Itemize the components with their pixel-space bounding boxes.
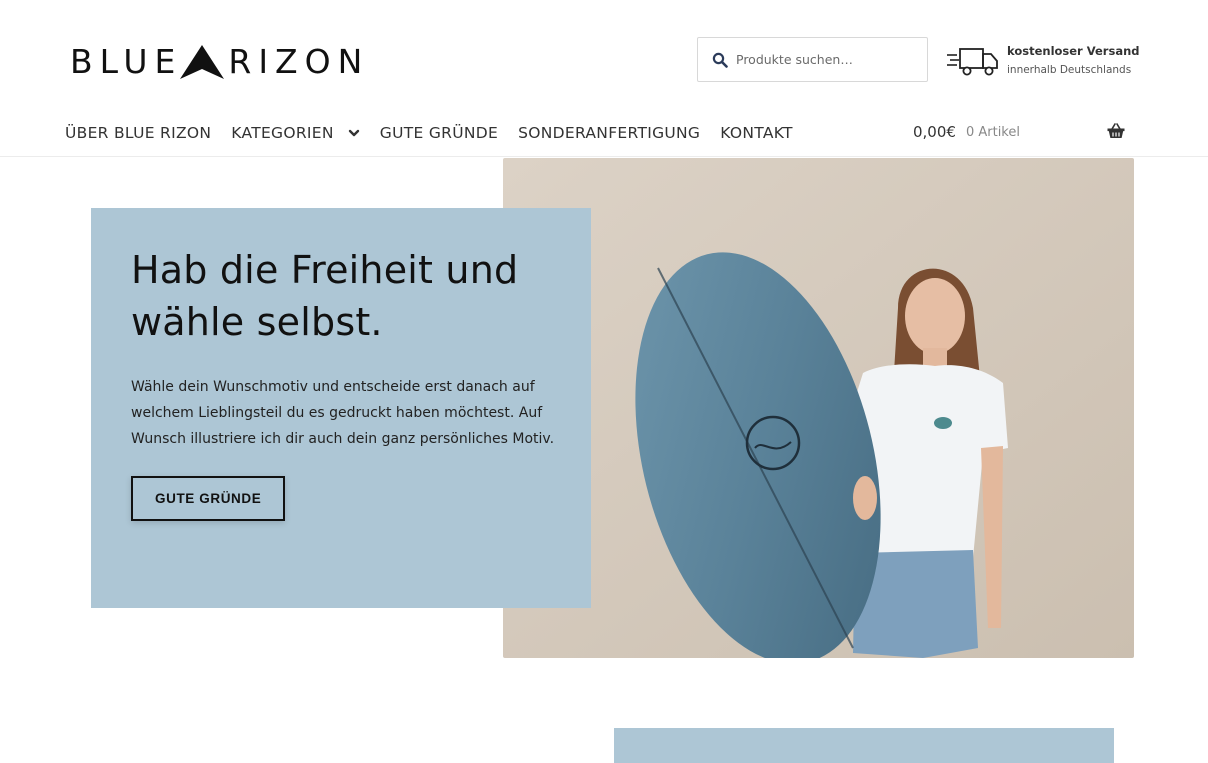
- nav-item-label: ÜBER BLUE RIZON: [65, 124, 212, 142]
- hero-image: [503, 158, 1134, 658]
- cart-summary[interactable]: 0,00€ 0 Artikel: [913, 118, 1125, 146]
- search-input[interactable]: [736, 52, 916, 67]
- nav-item-label: SONDERANFERTIGUNG: [518, 124, 701, 142]
- nav-item-kontakt[interactable]: KONTAKT: [720, 124, 793, 142]
- mountain-peak-icon: [180, 45, 225, 79]
- search-box[interactable]: [697, 37, 928, 82]
- brand-name-left: BLUE: [70, 42, 183, 81]
- nav-item-sonderanfertigung[interactable]: SONDERANFERTIGUNG: [518, 124, 700, 142]
- chevron-down-icon[interactable]: [348, 127, 360, 139]
- gute-gruende-button[interactable]: GUTE GRÜNDE: [131, 476, 286, 521]
- hero-panel: Hab die Freiheit und wähle selbst. Wähle…: [91, 208, 591, 608]
- nav-item-kategorien[interactable]: KATEGORIEN: [231, 124, 360, 142]
- shipping-title: kostenloser Versand: [1007, 44, 1140, 58]
- shipping-subtitle: innerhalb Deutschlands: [1007, 64, 1132, 76]
- search-icon[interactable]: [712, 52, 728, 68]
- next-section-panel: [614, 728, 1114, 763]
- nav-item-gute-gruende[interactable]: GUTE GRÜNDE: [380, 124, 498, 142]
- shipping-info: kostenloser Versand innerhalb Deutschlan…: [947, 42, 1140, 80]
- nav-item-ueber[interactable]: ÜBER BLUE RIZON: [65, 124, 211, 142]
- nav-item-label: GUTE GRÜNDE: [379, 124, 499, 142]
- hero-title: Hab die Freiheit und wähle selbst.: [131, 248, 519, 344]
- nav-item-label: KONTAKT: [720, 124, 793, 142]
- cart-count: 0 Artikel: [965, 124, 1020, 140]
- header-divider: [0, 156, 1208, 157]
- brand-logo[interactable]: BLUE RIZON: [70, 42, 369, 82]
- truck-icon: [947, 48, 998, 76]
- nav-item-label: KATEGORIEN: [231, 124, 334, 142]
- hero-description: Wähle dein Wunschmotiv und entscheide er…: [131, 379, 555, 447]
- brand-name-right: RIZON: [228, 42, 370, 81]
- cart-amount: 0,00€: [913, 123, 956, 141]
- main-nav: ÜBER BLUE RIZON KATEGORIEN GUTE GRÜNDE S…: [65, 118, 813, 148]
- basket-icon[interactable]: [1107, 123, 1125, 139]
